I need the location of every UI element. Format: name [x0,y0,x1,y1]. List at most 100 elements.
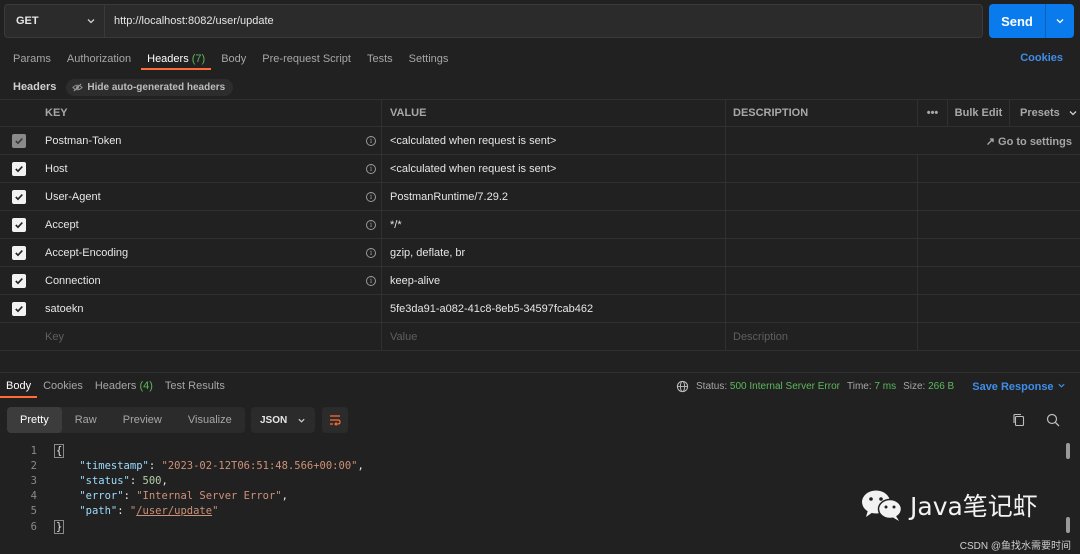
chevron-down-icon [1056,19,1064,24]
json-link[interactable]: /user/update [136,505,212,517]
format-toggle-group: Pretty Raw Preview Visualize [7,407,245,433]
status-label: Status: [696,381,728,392]
language-select[interactable]: JSON [251,407,315,433]
check-icon [15,305,23,312]
header-key[interactable]: User-Agent i [38,183,382,210]
tab-authorization[interactable]: Authorization [61,50,137,70]
hide-auto-headers-button[interactable]: Hide auto-generated headers [66,78,234,96]
response-body-code[interactable]: 1{ 2 "timestamp": "2023-02-12T06:51:48.5… [0,443,364,534]
header-description[interactable] [726,183,918,210]
header-key-text: Host [45,162,68,175]
info-icon[interactable]: i [366,192,376,202]
method-label: GET [16,15,39,27]
scrollbar-thumb[interactable] [1066,443,1070,459]
go-to-settings-link[interactable]: ↗ Go to settings [986,135,1072,148]
headers-table: KEY VALUE DESCRIPTION ••• Bulk Edit Pres… [0,99,1080,351]
header-value[interactable]: 5fe3da91-a082-41c8-8eb5-34597fcab462 [382,295,726,322]
row-checkbox[interactable] [12,161,26,176]
send-button[interactable]: Send [989,4,1074,38]
format-preview[interactable]: Preview [110,407,175,433]
time-info: Time: 7 ms [847,381,896,392]
info-icon[interactable]: i [366,164,376,174]
json-string: "2023-02-12T06:51:48.566+00:00" [161,459,358,472]
tab-headers[interactable]: Headers (7) [141,50,212,70]
format-pretty[interactable]: Pretty [7,407,62,433]
method-select[interactable]: GET [4,4,105,38]
hide-auto-headers-label: Hide auto-generated headers [87,81,226,93]
response-tab-test-results[interactable]: Test Results [159,378,231,398]
send-options-button[interactable] [1045,4,1074,38]
header-value[interactable]: keep-alive [382,267,726,294]
size-label: Size: [903,381,926,392]
row-checkbox[interactable] [12,301,26,316]
row-checkbox-cell [0,239,38,266]
header-value[interactable]: */* [382,211,726,238]
tab-settings[interactable]: Settings [403,50,455,70]
new-value-input[interactable]: Value [382,323,726,350]
row-checkbox-cell [0,323,38,350]
size-value[interactable]: 266 B [928,381,954,392]
new-description-input[interactable]: Description [726,323,918,350]
row-checkbox[interactable] [12,189,26,204]
wrap-lines-button[interactable] [322,407,348,433]
table-row: Accept i */* [0,211,1080,239]
row-checkbox[interactable] [12,273,26,288]
header-key[interactable]: Accept-Encoding i [38,239,382,266]
time-value[interactable]: 7 ms [874,381,896,392]
table-header-row: KEY VALUE DESCRIPTION ••• Bulk Edit Pres… [0,99,1080,127]
header-description[interactable] [726,239,918,266]
url-input[interactable]: http://localhost:8082/user/update [105,4,983,38]
globe-icon[interactable] [676,380,689,393]
info-icon[interactable]: i [366,136,376,146]
row-checkbox[interactable] [12,133,26,148]
header-value[interactable]: <calculated when request is sent> [382,127,726,154]
info-icon[interactable]: i [366,248,376,258]
info-icon[interactable]: i [366,220,376,230]
header-key[interactable]: Host i [38,155,382,182]
cookies-link[interactable]: Cookies [1020,52,1063,64]
row-checkbox[interactable] [12,217,26,232]
copy-icon[interactable] [1011,412,1027,428]
chevron-down-icon [298,418,305,423]
tab-params[interactable]: Params [7,50,57,70]
save-response-button[interactable]: Save Response [972,381,1065,393]
bulk-edit-button[interactable]: Bulk Edit [948,100,1010,126]
header-description[interactable] [726,211,918,238]
format-raw[interactable]: Raw [62,407,110,433]
header-value[interactable]: gzip, deflate, br [382,239,726,266]
response-tab-headers[interactable]: Headers (4) [89,378,159,398]
header-value[interactable]: <calculated when request is sent> [382,155,726,182]
tab-tests[interactable]: Tests [361,50,399,70]
scrollbar-thumb[interactable] [1066,517,1070,533]
search-icon[interactable] [1045,412,1061,428]
header-key-text: Postman-Token [45,134,122,147]
response-status-bar: Status: 500 Internal Server Error Time: … [676,380,1066,393]
response-tab-cookies[interactable]: Cookies [37,378,89,398]
new-key-input[interactable]: Key [38,323,382,350]
format-visualize[interactable]: Visualize [175,407,245,433]
more-options-icon[interactable]: ••• [918,100,948,126]
chevron-down-icon [1069,111,1077,116]
presets-dropdown[interactable]: Presets [1010,100,1080,126]
header-key[interactable]: Postman-Token i [38,127,382,154]
line-number: 6 [30,520,37,533]
tab-body[interactable]: Body [215,50,252,70]
code-line: 5 "path": "/user/update" [0,504,364,519]
check-icon [15,193,23,200]
check-icon [15,249,23,256]
header-description[interactable] [726,155,918,182]
header-description[interactable] [726,267,918,294]
tab-pre-request-script[interactable]: Pre-request Script [256,50,357,70]
header-value[interactable]: PostmanRuntime/7.29.2 [382,183,726,210]
header-key[interactable]: satoekn [38,295,382,322]
info-icon[interactable]: i [366,276,376,286]
status-value[interactable]: 500 Internal Server Error [730,381,840,392]
json-key: "status" [79,474,130,487]
response-tab-body[interactable]: Body [0,378,38,398]
header-description[interactable] [726,295,918,322]
header-key[interactable]: Connection i [38,267,382,294]
code-text: "error": "Internal Server Error", [79,490,288,503]
row-checkbox[interactable] [12,245,26,260]
header-description[interactable]: ↗ Go to settings [726,127,1080,154]
header-key[interactable]: Accept i [38,211,382,238]
